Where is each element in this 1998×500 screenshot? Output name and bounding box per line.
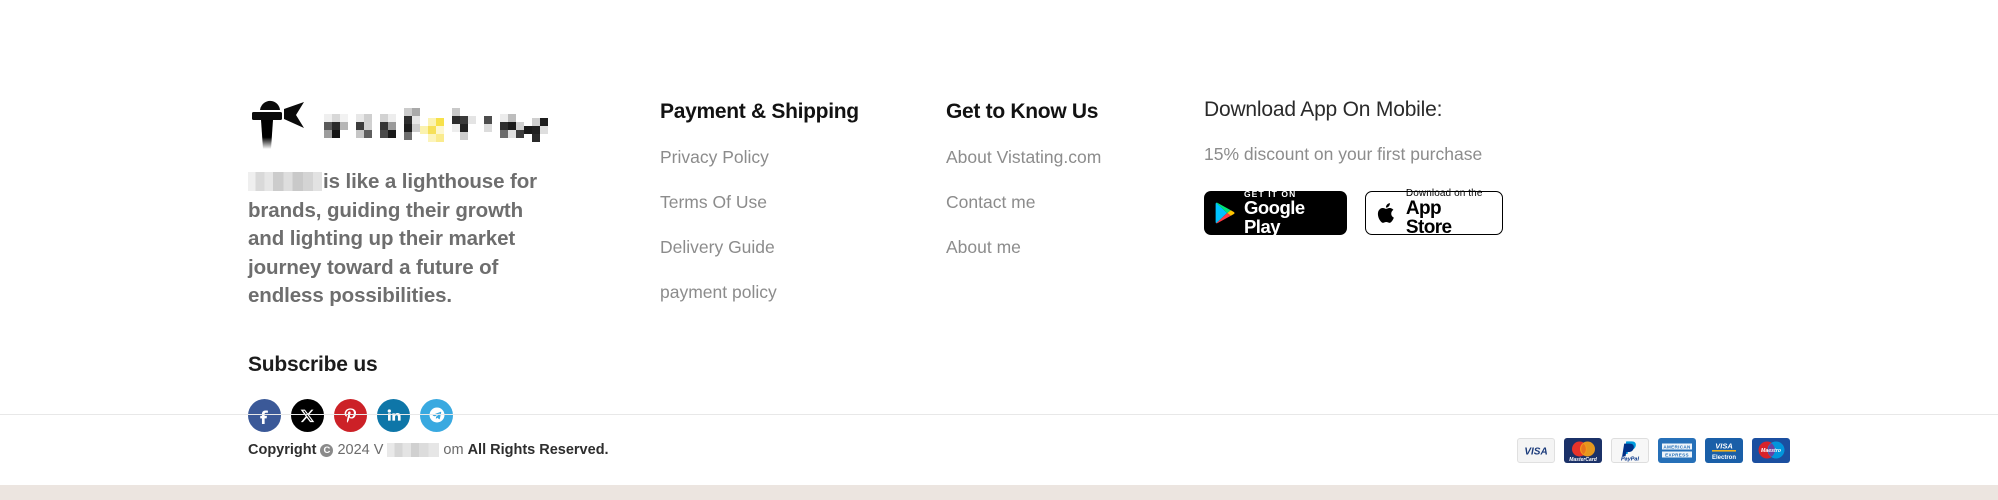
- visa-electron-card-icon: VISA Electron: [1705, 437, 1743, 463]
- google-play-badge-bottom: Google Play: [1243, 197, 1305, 237]
- brand-description: is like a lighthouse for brands, guiding…: [248, 168, 548, 311]
- column-heading-payment-shipping: Payment & Shipping: [660, 100, 859, 123]
- svg-text:VISA: VISA: [1524, 446, 1547, 457]
- svg-text:MasterCard: MasterCard: [1569, 457, 1597, 463]
- link-about-me[interactable]: About me: [946, 237, 1204, 258]
- visa-electron-glyph: VISA Electron: [1712, 441, 1736, 461]
- app-discount-text: 15% discount on your first purchase: [1204, 144, 1483, 164]
- copyright-text: Copyright C 2024 Vom All Rights Reserved…: [0, 442, 609, 458]
- subscribe-heading: Subscribe us: [248, 352, 378, 376]
- link-delivery-guide[interactable]: Delivery Guide: [660, 237, 946, 258]
- rights-reserved-text: All Rights Reserved.: [467, 442, 609, 458]
- footer-column-get-to-know-us: Get to Know Us About Vistating.com Conta…: [946, 0, 1204, 258]
- app-badges: GET IT ON Google Play Download on the Ap…: [1204, 189, 1503, 238]
- link-contact-me[interactable]: Contact me: [946, 192, 1204, 213]
- brand-logo[interactable]: [248, 96, 660, 154]
- app-download-heading: Download App On Mobile:: [1204, 98, 1443, 121]
- site-footer: is like a lighthouse for brands, guiding…: [0, 0, 1998, 500]
- site-name-redaction: [387, 443, 440, 457]
- svg-text:Electron: Electron: [1712, 455, 1736, 461]
- lighthouse-icon: [252, 100, 304, 149]
- site-name-suffix: om: [443, 442, 464, 458]
- footer-brand-column: is like a lighthouse for brands, guiding…: [0, 0, 660, 432]
- google-play-badge[interactable]: GET IT ON Google Play: [1204, 190, 1347, 237]
- svg-text:EXPRESS: EXPRESS: [1665, 452, 1689, 457]
- amex-glyph: AMERICAN EXPRESS: [1662, 443, 1692, 457]
- column-heading-get-to-know-us: Get to Know Us: [946, 100, 1099, 123]
- apple-icon: [1377, 203, 1394, 223]
- mastercard-card-icon: MasterCard: [1564, 437, 1602, 463]
- brand-name-redaction: [248, 172, 322, 191]
- google-play-badge-text: GET IT ON Google Play: [1244, 190, 1336, 237]
- footer-main-columns: is like a lighthouse for brands, guiding…: [0, 0, 1998, 432]
- copyright-year: 2024: [337, 442, 370, 458]
- link-about-vistating[interactable]: About Vistating.com: [946, 147, 1204, 168]
- copyright-icon: C: [320, 443, 334, 457]
- american-express-card-icon: AMERICAN EXPRESS: [1658, 437, 1696, 463]
- maestro-glyph: Maestro: [1758, 441, 1785, 458]
- paypal-glyph: PayPal: [1621, 440, 1640, 462]
- link-terms-of-use[interactable]: Terms Of Use: [660, 192, 946, 213]
- svg-text:PayPal: PayPal: [1621, 456, 1640, 462]
- page-bottom-strip: [0, 485, 1998, 500]
- google-play-icon: [1215, 202, 1235, 224]
- copyright-word: Copyright: [248, 442, 317, 458]
- paypal-card-icon: PayPal: [1611, 437, 1649, 463]
- link-payment-policy[interactable]: payment policy: [660, 282, 946, 303]
- footer-column-payment-shipping: Payment & Shipping Privacy Policy Terms …: [660, 0, 946, 303]
- app-store-badge-text: Download on the App Store: [1405, 189, 1491, 238]
- footer-bottom-bar: Copyright C 2024 Vom All Rights Reserved…: [0, 415, 1998, 485]
- brand-wordmark-redacted: [320, 104, 572, 146]
- payment-card-icons: VISA MasterCard PayPal AMERICAN EXPRESS …: [1517, 437, 1998, 463]
- svg-text:VISA: VISA: [1715, 441, 1733, 450]
- site-name-prefix: V: [373, 442, 384, 458]
- app-store-badge-bottom: App Store: [1405, 198, 1452, 238]
- maestro-card-icon: Maestro: [1752, 437, 1790, 463]
- svg-text:AMERICAN: AMERICAN: [1663, 444, 1691, 449]
- link-privacy-policy[interactable]: Privacy Policy: [660, 147, 946, 168]
- footer-column-app-download: Download App On Mobile: 15% discount on …: [1204, 0, 1503, 238]
- visa-glyph: VISA: [1524, 446, 1547, 457]
- mastercard-glyph: MasterCard: [1569, 441, 1598, 463]
- app-store-badge[interactable]: Download on the App Store: [1365, 189, 1503, 238]
- svg-text:Maestro: Maestro: [1761, 448, 1781, 454]
- visa-card-icon: VISA: [1517, 437, 1555, 463]
